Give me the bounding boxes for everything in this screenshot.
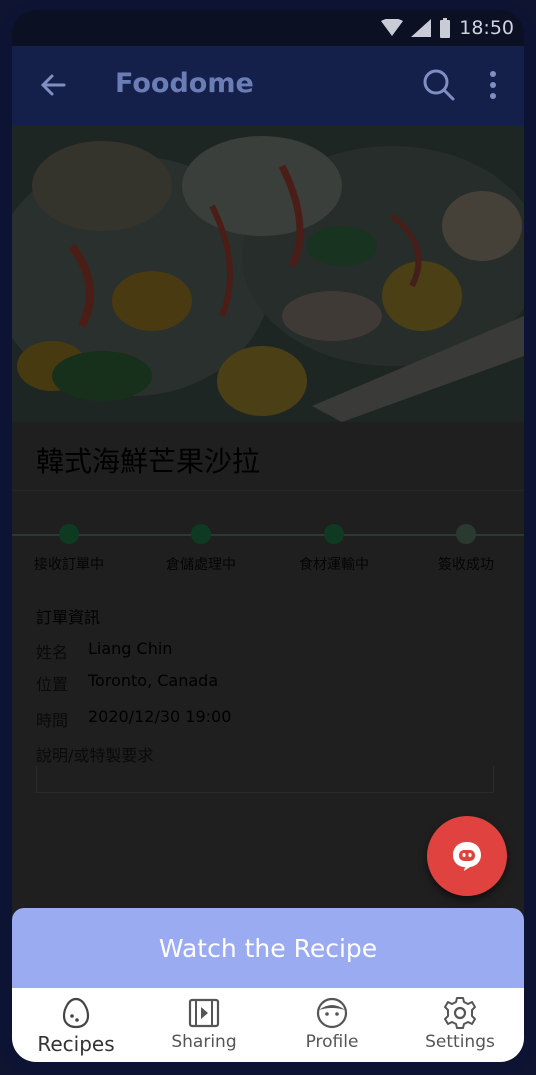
nav-recipes[interactable]: Recipes [12,988,140,1062]
location-value: Toronto, Canada [88,671,219,690]
app-title: Foodome [115,68,254,99]
seafood-salad-image [12,126,524,422]
step-label-4: 簽收成功 [438,557,494,573]
step-dot-1 [59,524,79,544]
nav-settings[interactable]: Settings [396,988,524,1062]
chat-bot-icon [453,842,481,871]
recipe-hero-image [12,126,524,422]
status-icons: 18:50 [381,16,514,40]
nav-profile[interactable]: Profile [268,988,396,1062]
video-icon [188,998,220,1028]
back-arrow-icon[interactable] [38,70,68,100]
step-dot-4 [456,524,476,544]
location-label: 位置 [36,675,69,694]
name-label: 姓名 [36,643,69,662]
step-label-1: 接收訂單中 [34,557,104,573]
nav-sharing-label: Sharing [171,1032,237,1052]
screen: 18:50 Foodome 韓式海鮮芒果沙拉 接收訂單中 倉儲處理中 食材運輸中… [12,10,524,1062]
name-value: Liang Chin [88,639,173,658]
battery-icon [440,18,451,38]
step-label-2: 倉儲處理中 [166,557,236,573]
nav-recipes-label: Recipes [37,1032,115,1056]
search-icon[interactable] [422,68,456,102]
watch-recipe-label: Watch the Recipe [158,933,378,963]
nav-sharing[interactable]: Sharing [140,988,268,1062]
step-dot-3 [324,524,344,544]
more-options-icon[interactable] [488,70,498,100]
chat-bot-button[interactable] [427,816,507,896]
note-input[interactable] [36,766,494,793]
order-info-title: 訂單資訊 [36,608,101,627]
note-label: 說明/或特製要求 [36,746,154,765]
wifi-icon [381,19,404,36]
status-bar: 18:50 [12,10,524,46]
phone-frame: 18:50 Foodome 韓式海鮮芒果沙拉 接收訂單中 倉儲處理中 食材運輸中… [0,0,536,1075]
divider [12,490,524,491]
bottom-navigation: Recipes Sharing Profile Settings [12,988,524,1062]
face-icon [316,997,348,1029]
watch-recipe-button[interactable]: Watch the Recipe [12,908,524,988]
nav-settings-label: Settings [425,1032,495,1052]
status-time: 18:50 [459,17,514,39]
app-bar: Foodome [12,46,524,126]
nav-profile-label: Profile [305,1032,359,1052]
step-dot-2 [191,524,211,544]
time-label: 時間 [36,711,69,730]
progress-track [12,534,524,536]
time-value: 2020/12/30 19:00 [88,707,232,726]
gear-icon [444,997,476,1029]
recipe-title: 韓式海鮮芒果沙拉 [36,445,261,478]
step-label-3: 食材運輸中 [299,557,369,573]
egg-icon [62,997,90,1029]
signal-icon [411,19,432,37]
